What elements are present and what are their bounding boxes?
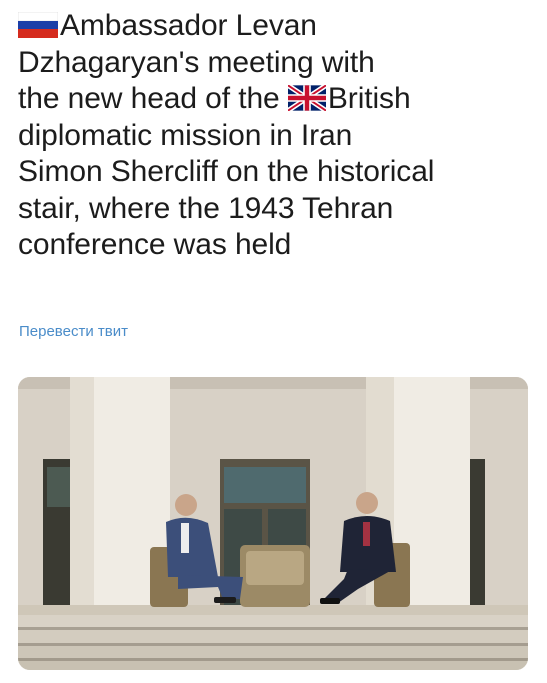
photo-step-2 [18, 630, 528, 643]
photo-step-4 [18, 661, 528, 670]
photo-man-left-shoes [214, 597, 236, 603]
tweet-line-5: Simon Shercliff on the historical [18, 155, 435, 188]
tweet-text: Ambassador Levan Dzhagaryan's meeting wi… [18, 8, 538, 264]
photo-step-3 [18, 646, 528, 658]
tweet-line-3-text: the new head of the [18, 82, 288, 115]
tweet-line-7: conference was held [18, 228, 292, 261]
photo-step-1 [18, 615, 528, 627]
photo-chair-center-cushion [246, 551, 304, 585]
photo-man-left-head [175, 494, 197, 516]
tweet-line-6: stair, where the 1943 Tehran [18, 191, 394, 225]
tweet-line-4: diplomatic mission in Iran [18, 118, 353, 152]
photo-illustration [18, 377, 528, 670]
tweet-line-3-british: British [327, 82, 411, 115]
photo-man-right-tie [363, 522, 370, 546]
tweet-line-2: Dzhagaryan's meeting with [18, 45, 375, 79]
tweet-photo[interactable] [18, 377, 528, 670]
photo-man-right-head [356, 492, 378, 514]
photo-step-3-edge [18, 658, 528, 661]
translate-tweet-link[interactable]: Перевести твит [19, 323, 128, 340]
photo-door-transom [224, 467, 306, 503]
photo-step-2-edge [18, 643, 528, 646]
photo-man-left-shirt [181, 523, 189, 553]
tweet-line-1: Ambassador Levan [18, 8, 538, 45]
uk-flag-icon [287, 85, 326, 111]
photo-man-right-shoes [320, 598, 340, 604]
tweet-line-3: the new head of the British [18, 81, 538, 118]
tweet-line-1-text: Ambassador Levan [60, 9, 317, 42]
russia-flag-icon [18, 12, 58, 38]
photo-column-left-shade [70, 377, 94, 613]
photo-step-1-edge [18, 627, 528, 630]
